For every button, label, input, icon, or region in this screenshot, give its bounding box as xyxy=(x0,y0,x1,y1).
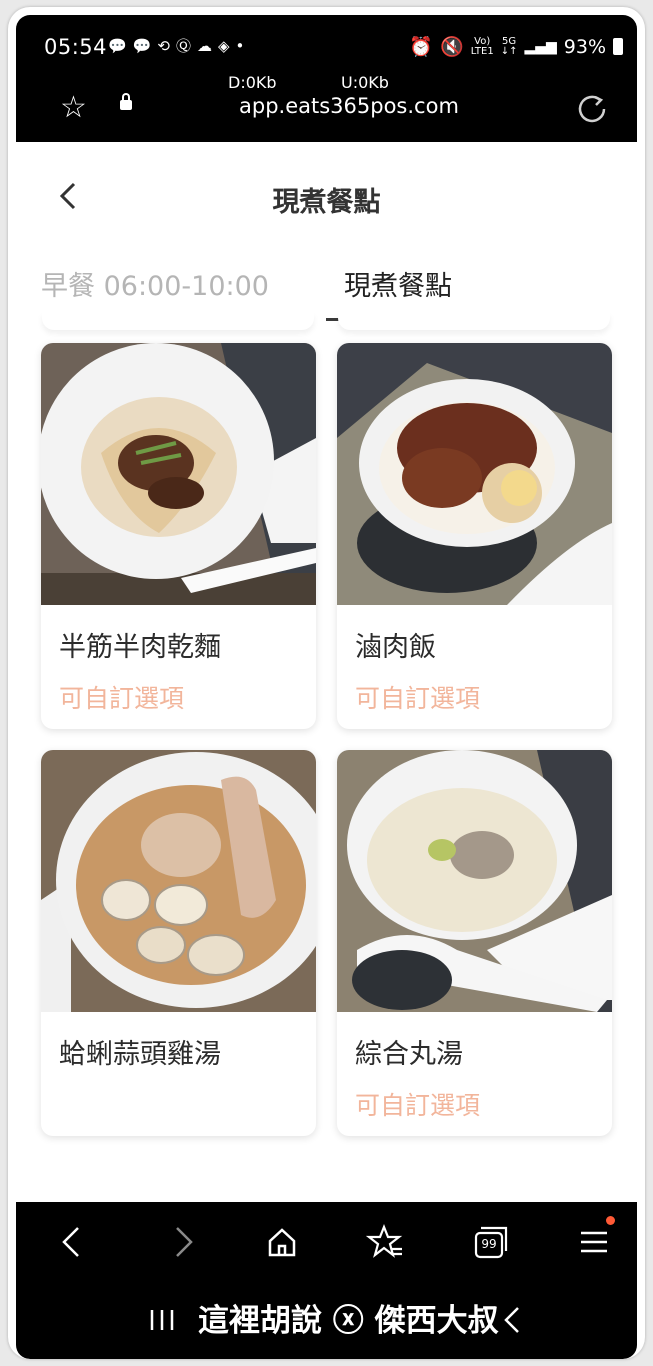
alarm-icon: ⏰ xyxy=(409,36,434,58)
reload-icon[interactable] xyxy=(574,91,610,127)
tabs-button[interactable]: 99 xyxy=(471,1222,511,1262)
network-indicator: 5G ↓↑ xyxy=(500,35,518,57)
bookmark-star-icon[interactable]: ☆ xyxy=(60,93,87,123)
browser-bottom-bar: 99 這裡胡說 ⓧ 傑西大叔 xyxy=(16,1202,637,1359)
dish-photo xyxy=(337,750,612,1012)
notification-icons: 💬 💬 ⟲ Ⓠ ☁ ◈ • xyxy=(108,37,244,55)
sync-icon: ⟲ xyxy=(157,37,170,55)
notification-dot xyxy=(606,1216,615,1225)
status-right: ⏰ 🔇 Vo) LTE1 5G ↓↑ ▂▄▆ 93% xyxy=(409,35,623,58)
dot-icon: • xyxy=(235,37,245,55)
back-arrow-icon[interactable] xyxy=(54,1222,94,1262)
upload-speed: U:0Kb xyxy=(341,73,389,92)
menu-icon[interactable] xyxy=(574,1222,614,1262)
download-speed: D:0Kb xyxy=(228,73,277,92)
line-icon: 💬 xyxy=(132,37,152,55)
mute-icon: 🔇 xyxy=(440,36,464,58)
menu-item-card[interactable]: 滷肉飯 可自訂選項 xyxy=(337,343,612,729)
tag-icon: ◈ xyxy=(217,37,230,55)
dish-photo xyxy=(337,343,612,605)
card-edge xyxy=(42,312,314,330)
q-icon: Ⓠ xyxy=(175,37,191,55)
dish-name: 滷肉飯 xyxy=(355,632,436,663)
status-time: 05:54 xyxy=(44,35,108,59)
menu-item-card[interactable]: 半筋半肉乾麵 可自訂選項 xyxy=(41,343,316,729)
system-back-icon[interactable] xyxy=(494,1300,534,1340)
dish-name: 蛤蜊蒜頭雞湯 xyxy=(59,1039,221,1070)
tab-fresh-cooked[interactable]: 現煮餐點 xyxy=(344,264,452,303)
home-icon[interactable] xyxy=(262,1222,302,1262)
tab-breakfast[interactable]: 早餐 06:00-10:00 xyxy=(41,264,269,303)
tabs-count: 99 xyxy=(481,1237,497,1251)
menu-item-card[interactable]: 蛤蜊蒜頭雞湯 xyxy=(41,750,316,1136)
url-bar[interactable]: app.eats365pos.com xyxy=(239,94,459,118)
forward-arrow-icon[interactable] xyxy=(161,1222,201,1262)
dish-name: 半筋半肉乾麵 xyxy=(59,632,221,663)
line-icon: 💬 xyxy=(108,37,127,55)
signal-icon: ▂▄▆ xyxy=(524,38,557,55)
page-title: 現煮餐點 xyxy=(272,187,381,218)
battery-icon xyxy=(613,38,623,55)
dish-name: 綜合丸湯 xyxy=(355,1039,463,1070)
phone-screen: 05:54 💬 💬 ⟲ Ⓠ ☁ ◈ • ⏰ 🔇 Vo) LTE1 5G ↓↑ ▂▄▆… xyxy=(8,7,645,1359)
customizable-label: 可自訂選項 xyxy=(355,684,481,713)
battery-text: 93% xyxy=(563,35,606,58)
customizable-label: 可自訂選項 xyxy=(59,684,185,713)
dish-photo xyxy=(41,750,316,1012)
recent-apps-icon[interactable] xyxy=(144,1300,184,1340)
menu-item-card[interactable]: 綜合丸湯 可自訂選項 xyxy=(337,750,612,1136)
browser-top-bar: 05:54 💬 💬 ⟲ Ⓠ ☁ ◈ • ⏰ 🔇 Vo) LTE1 5G ↓↑ ▂▄▆… xyxy=(16,15,637,142)
watermark-text: 這裡胡說 ⓧ 傑西大叔 xyxy=(198,1303,499,1339)
cloud-icon: ☁ xyxy=(196,37,212,55)
lock-icon xyxy=(120,93,132,110)
volte-indicator: Vo) LTE1 xyxy=(470,35,494,57)
card-edge xyxy=(338,312,610,330)
dish-photo xyxy=(41,343,316,605)
bookmarks-icon[interactable] xyxy=(366,1222,406,1262)
page-header: 現煮餐點 早餐 06:00-10:00 現煮餐點 xyxy=(16,142,637,322)
customizable-label: 可自訂選項 xyxy=(355,1091,481,1120)
